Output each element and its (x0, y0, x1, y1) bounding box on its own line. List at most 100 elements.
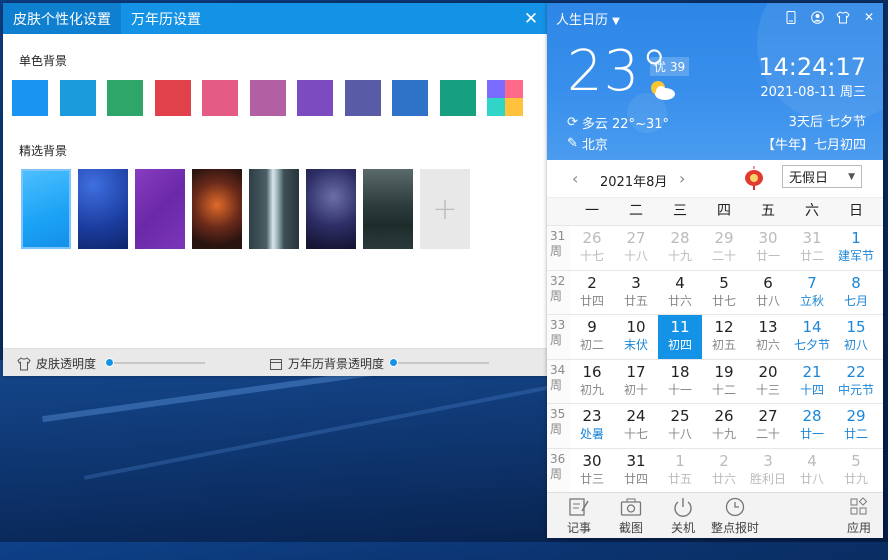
apps-button[interactable]: 应用 (847, 497, 871, 536)
bg-thumb-mountains[interactable] (363, 169, 413, 249)
day-cell[interactable]: 5 廿七 (702, 271, 746, 315)
bg-thumb-purple[interactable] (135, 169, 185, 249)
day-cell[interactable]: 16 初九 (570, 360, 614, 404)
day-cell[interactable]: 5 廿九 (834, 449, 878, 493)
color-swatch[interactable] (392, 80, 428, 116)
day-cell[interactable]: 1 廿五 (658, 449, 702, 493)
calendar-opacity-slider[interactable] (389, 358, 489, 367)
hourly-chime-button[interactable]: 整点报时 (711, 497, 759, 536)
day-cell[interactable]: 12 初五 (702, 315, 746, 359)
color-swatch[interactable] (107, 80, 143, 116)
day-cell[interactable]: 26 十七 (570, 226, 614, 270)
color-swatch[interactable] (59, 80, 96, 116)
day-number: 29 (846, 407, 866, 425)
slider-knob[interactable] (105, 358, 114, 367)
tab-skin-settings[interactable]: 皮肤个性化设置 (3, 3, 121, 34)
close-icon[interactable]: ✕ (521, 9, 541, 29)
day-cell[interactable]: 3 廿五 (614, 271, 658, 315)
color-swatch[interactable] (297, 80, 333, 116)
day-cell[interactable]: 14 七夕节 (790, 315, 834, 359)
chevron-right-icon[interactable]: › (679, 169, 685, 188)
day-cell[interactable]: 1 建军节 (834, 226, 878, 270)
lunar-day: 十七 (623, 427, 648, 441)
day-cell[interactable]: 3 胜利日 (746, 449, 790, 493)
tab-calendar-settings[interactable]: 万年历设置 (121, 3, 211, 34)
lunar-day: 廿八 (755, 293, 780, 308)
bg-thumb-starry-blue[interactable] (78, 169, 128, 249)
day-cell[interactable]: 15 初八 (834, 315, 878, 359)
day-cell[interactable]: 2 廿六 (702, 449, 746, 493)
day-cell[interactable]: 10 末伏 (614, 315, 658, 359)
color-swatch[interactable] (12, 80, 48, 116)
day-number: 5 (851, 451, 861, 470)
day-number: 2 (719, 451, 729, 470)
weekday-label: 五 (761, 203, 775, 219)
bg-thumb-light-blue[interactable] (21, 169, 71, 249)
lunar-day: 初十 (623, 382, 648, 397)
day-cell[interactable]: 6 廿八 (746, 271, 790, 315)
day-cell[interactable]: 24 十七 (614, 404, 658, 448)
air-quality-badge[interactable]: 优 39 (650, 57, 690, 76)
day-number: 3 (763, 451, 773, 470)
day-cell[interactable]: 26 十九 (702, 404, 746, 448)
color-swatch[interactable] (344, 80, 381, 116)
color-swatch[interactable] (202, 80, 238, 116)
day-cell[interactable]: 27 二十 (746, 404, 790, 448)
lantern-icon[interactable] (744, 166, 764, 190)
day-cell[interactable]: 29 二十 (702, 226, 746, 270)
day-cell[interactable]: 23 处暑 (570, 404, 614, 448)
day-cell[interactable]: 17 初十 (614, 360, 658, 404)
chevron-left-icon[interactable]: ‹ (572, 169, 578, 188)
holiday-select[interactable]: 无假日 ▼ (782, 165, 862, 188)
week-number: 33 周 (547, 315, 570, 359)
bg-thumb-warrior[interactable] (192, 169, 242, 249)
day-cell[interactable]: 22 中元节 (834, 360, 878, 404)
bg-thumb-waterfall[interactable] (249, 169, 299, 249)
lunar-day: 七夕节 (793, 338, 830, 352)
day-cell[interactable]: 27 十八 (614, 226, 658, 270)
color-swatch[interactable] (249, 80, 286, 116)
multicolor-swatch[interactable] (487, 80, 523, 116)
city-line[interactable]: ✎ 北京 (567, 134, 608, 153)
shutdown-button[interactable]: 关机 (671, 497, 695, 536)
mobile-icon[interactable] (783, 9, 799, 25)
notes-button[interactable]: 记事 (567, 497, 591, 536)
day-cell[interactable]: 19 十二 (702, 360, 746, 404)
day-cell[interactable]: 31 廿二 (790, 226, 834, 270)
day-cell[interactable]: 30 廿一 (746, 226, 790, 270)
lunar-day: 廿二 (799, 249, 824, 263)
day-cell[interactable]: 4 廿六 (658, 271, 702, 315)
slider-knob[interactable] (389, 358, 398, 367)
day-cell[interactable]: 31 廿四 (614, 449, 658, 493)
color-swatch[interactable] (154, 80, 191, 116)
day-cell[interactable]: 30 廿三 (570, 449, 614, 493)
day-cell[interactable]: 28 十九 (658, 226, 702, 270)
close-icon[interactable]: ✕ (861, 9, 877, 25)
day-cell[interactable]: 29 廿二 (834, 404, 878, 448)
day-cell[interactable]: 9 初二 (570, 315, 614, 359)
day-cell[interactable]: 7 立秋 (790, 271, 834, 315)
week-row: 36 周 30 廿三 31 廿四 1 廿五 2 廿六 3 胜利日 4 廿八 5 廿九 (547, 447, 883, 493)
color-swatch[interactable] (439, 80, 476, 116)
app-title[interactable]: 人生日历 ▼ (556, 9, 620, 28)
day-cell[interactable]: 21 十四 (790, 360, 834, 404)
day-cell[interactable]: 2 廿四 (570, 271, 614, 315)
day-cell[interactable]: 4 廿八 (790, 449, 834, 493)
calendar-grid: 一二三四五六日 31 周 26 十七 27 十八 28 十九 29 二十 30 廿一 31 廿二 1 建军节 3… (547, 198, 883, 492)
shirt-icon[interactable] (835, 9, 851, 25)
weather-line[interactable]: ⟳ 多云 22°~31° (567, 113, 669, 132)
day-cell[interactable]: 20 十三 (746, 360, 790, 404)
screenshot-button[interactable]: 截图 (619, 497, 643, 536)
skin-opacity-slider[interactable] (105, 358, 205, 367)
day-cell[interactable]: 25 十八 (658, 404, 702, 448)
lunar-day: 廿八 (799, 471, 824, 486)
day-cell[interactable]: 18 十一 (658, 360, 702, 404)
day-cell-today[interactable]: 11 初四 (658, 315, 702, 359)
bg-thumb-character[interactable] (306, 169, 356, 249)
add-background-button[interactable]: + (420, 169, 470, 249)
day-cell[interactable]: 8 七月 (834, 271, 878, 315)
user-icon[interactable] (809, 9, 825, 25)
day-cell[interactable]: 13 初六 (746, 315, 790, 359)
day-cell[interactable]: 28 廿一 (790, 404, 834, 448)
month-label[interactable]: 2021年8月 (600, 171, 667, 190)
